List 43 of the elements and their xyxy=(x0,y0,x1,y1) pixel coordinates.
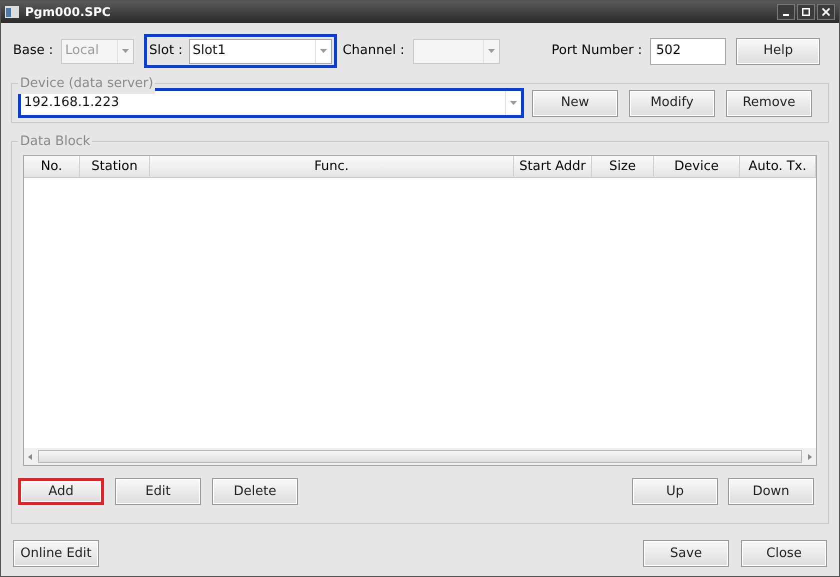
slot-label: Slot : xyxy=(149,42,183,60)
window-title: Pgm000.SPC xyxy=(25,4,112,21)
action-button[interactable]: Edit xyxy=(115,478,201,505)
footer-button[interactable]: Close xyxy=(741,540,827,567)
move-button[interactable]: Up xyxy=(632,478,718,505)
caret-icon xyxy=(510,101,517,105)
maximize-icon xyxy=(802,8,810,16)
scroll-right-icon xyxy=(806,452,814,460)
close-icon xyxy=(822,8,830,16)
footer-button[interactable]: Save xyxy=(643,540,729,567)
help-button[interactable]: Help xyxy=(736,38,820,65)
port-number-field[interactable]: 502 xyxy=(650,38,726,64)
base-label: Base : xyxy=(13,42,54,60)
device-button[interactable]: Modify xyxy=(629,90,715,116)
scroll-thumb[interactable] xyxy=(38,450,802,463)
scroll-left-icon xyxy=(26,452,34,460)
column-header[interactable]: No. xyxy=(24,156,80,177)
window-icon xyxy=(5,6,19,18)
slot-dropdown[interactable]: Slot1 xyxy=(188,38,332,64)
device-dropdown[interactable]: 192.168.1.223 xyxy=(21,91,521,115)
minimize-icon xyxy=(783,14,789,16)
action-button[interactable]: Delete xyxy=(212,478,298,505)
minimize-button[interactable] xyxy=(777,4,795,20)
column-header[interactable]: Device xyxy=(654,156,740,177)
caret-icon xyxy=(488,49,494,53)
column-header[interactable]: Auto. Tx. xyxy=(740,156,816,177)
channel-label: Channel : xyxy=(342,42,404,60)
column-header[interactable]: Size xyxy=(592,156,654,177)
online-edit-button[interactable]: Online Edit xyxy=(13,540,99,567)
move-button[interactable]: Down xyxy=(728,478,814,505)
port-number-label: Port Number : xyxy=(552,42,642,60)
action-button[interactable]: Add xyxy=(18,478,104,505)
horizontal-scrollbar[interactable] xyxy=(24,448,816,465)
caret-icon xyxy=(320,49,327,53)
maximize-button[interactable] xyxy=(797,4,815,20)
device-legend: Device (data server) xyxy=(18,74,156,94)
column-header[interactable]: Func. xyxy=(150,156,514,177)
column-header[interactable]: Start Addr xyxy=(514,156,592,177)
device-button[interactable]: Remove xyxy=(726,90,812,116)
column-header[interactable]: Station xyxy=(80,156,150,177)
device-button[interactable]: New xyxy=(532,90,618,116)
close-button[interactable] xyxy=(817,4,835,20)
caret-icon xyxy=(122,49,130,53)
